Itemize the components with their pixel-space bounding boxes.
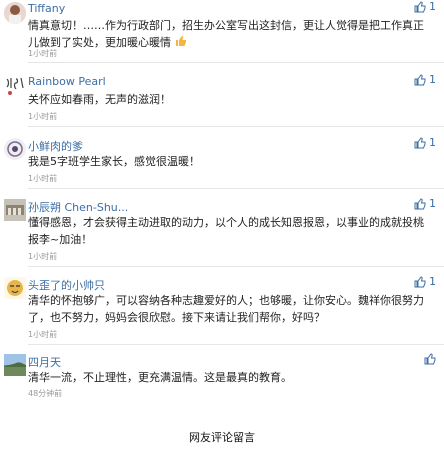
divider <box>28 188 444 189</box>
comment-user-name[interactable]: 孙辰朔 Chen-Shu... <box>28 199 128 215</box>
comment-user-name[interactable]: Rainbow Pearl <box>28 75 106 88</box>
comment-time: 1小时前 <box>28 112 58 121</box>
like-count: 1 <box>429 73 436 86</box>
comment-item: Rainbow Pearl 1 关怀应如春雨，无声的滋润！ 1小时前 <box>0 73 444 127</box>
image-caption: 网友评论留言 <box>189 431 255 444</box>
comment-item: 小鲜肉的爹 1 我是5字班学生家长，感觉很温暖！ 1小时前 <box>0 136 444 190</box>
comment-user-name[interactable]: 小鲜肉的爹 <box>28 138 83 154</box>
thumbs-up-icon <box>414 74 425 86</box>
divider <box>28 266 444 267</box>
like-button[interactable]: 1 <box>414 73 436 86</box>
comment-item: 四月天 清华一流，不止理性，更充满温情。这是最真的教育。 48分钟前 <box>0 352 444 402</box>
thumbs-up-icon <box>414 276 425 288</box>
like-button[interactable]: 1 <box>414 197 436 210</box>
avatar[interactable] <box>4 199 26 221</box>
like-button[interactable] <box>424 352 436 365</box>
comment-text: 清华的怀抱够广，可以容纳各种志趣爱好的人；也够暖，让你安心。魏祥你很努力了，也不… <box>28 294 424 324</box>
divider <box>28 62 444 63</box>
comment-time: 1小时前 <box>28 174 58 183</box>
like-count: 1 <box>429 197 436 210</box>
comment-item: 孙辰朔 Chen-Shu... 1 懂得感恩，才会获得主动进取的动力，以个人的成… <box>0 197 444 267</box>
thumbs-up-icon <box>175 35 187 52</box>
comment-time: 1小时前 <box>28 49 58 58</box>
thumbs-up-icon <box>424 353 436 365</box>
comment-text: 清华一流，不止理性，更充满温情。这是最真的教育。 <box>28 371 292 384</box>
divider <box>28 126 444 127</box>
comment-text: 懂得感恩，才会获得主动进取的动力，以个人的成长知恩报恩，以事业的成就投桃报李~加… <box>28 216 424 246</box>
avatar[interactable] <box>4 354 26 376</box>
thumbs-up-icon <box>414 198 425 210</box>
like-count: 1 <box>429 275 436 288</box>
like-count: 1 <box>429 136 436 149</box>
comment-time: 48分钟前 <box>28 389 63 398</box>
thumbs-up-icon <box>414 1 425 13</box>
avatar[interactable] <box>4 277 26 299</box>
like-count: 1 <box>429 0 436 13</box>
comment-item: Tiffany 1 情真意切！……作为行政部门，招生办公室写出这封信，更让人觉得… <box>0 0 444 64</box>
comment-user-name[interactable]: 头歪了的小帅只 <box>28 277 105 293</box>
thumbs-up-icon <box>414 137 425 149</box>
avatar[interactable] <box>4 2 26 24</box>
like-button[interactable]: 1 <box>414 275 436 288</box>
comment-user-name[interactable]: Tiffany <box>28 2 65 15</box>
comment-text: 情真意切！……作为行政部门，招生办公室写出这封信，更让人觉得是把工作真正儿做到了… <box>28 17 428 52</box>
comment-text-body: 情真意切！……作为行政部门，招生办公室写出这封信，更让人觉得是把工作真正儿做到了… <box>28 19 424 49</box>
comment-user-name[interactable]: 四月天 <box>28 354 61 370</box>
comment-time: 1小时前 <box>28 330 58 339</box>
like-button[interactable]: 1 <box>414 136 436 149</box>
divider <box>28 344 444 345</box>
comment-time: 1小时前 <box>28 252 58 261</box>
comment-text: 关怀应如春雨，无声的滋润！ <box>28 93 171 106</box>
avatar[interactable] <box>4 138 26 160</box>
comment-text: 我是5字班学生家长，感觉很温暖！ <box>28 155 200 168</box>
avatar[interactable] <box>4 75 26 97</box>
comment-item: 头歪了的小帅只 1 清华的怀抱够广，可以容纳各种志趣爱好的人；也够暖，让你安心。… <box>0 275 444 345</box>
like-button[interactable]: 1 <box>414 0 436 13</box>
